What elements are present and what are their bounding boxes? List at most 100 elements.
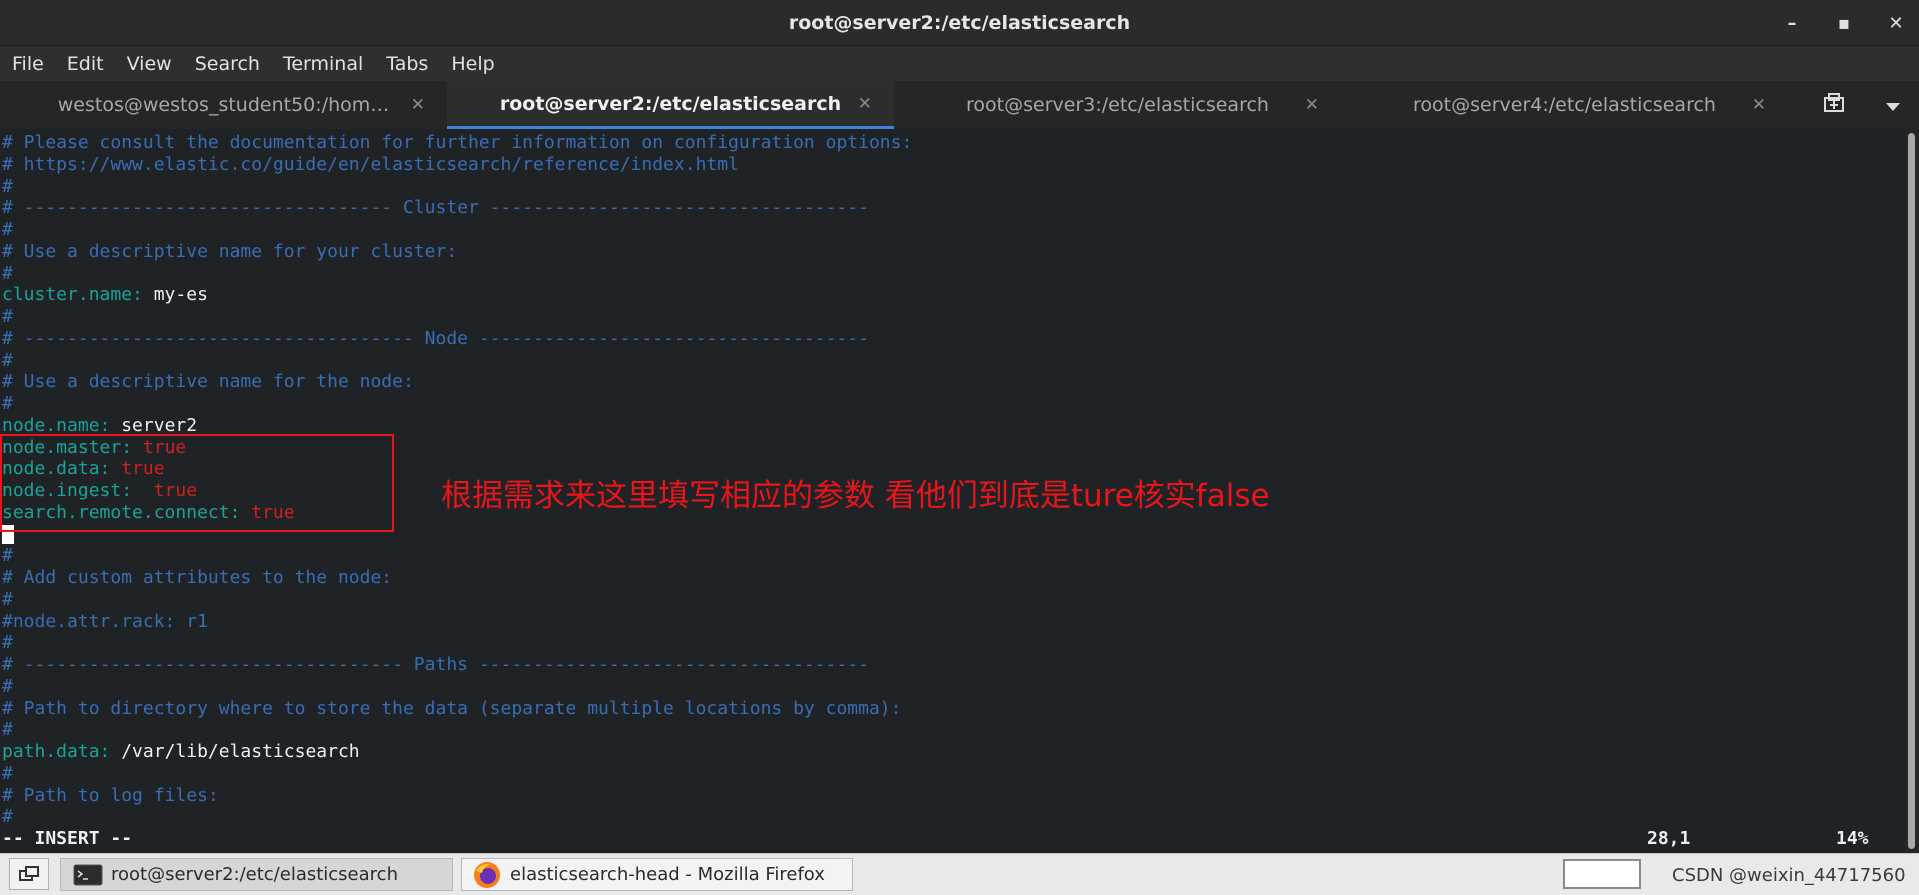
terminal-line: # (2, 219, 13, 240)
comment-text: # (2, 175, 13, 197)
tab-close-icon[interactable]: ✕ (411, 95, 425, 115)
terminal-line: # (2, 263, 13, 284)
menu-view[interactable]: View (127, 53, 172, 75)
comment-text: # (2, 262, 13, 284)
terminal-line: # (2, 545, 13, 566)
show-desktop-button[interactable] (9, 858, 49, 890)
task-label: elasticsearch-head - Mozilla Firefox (510, 864, 825, 885)
terminal-line: # (2, 393, 13, 414)
comment-text: # Path to directory where to store the d… (2, 697, 902, 719)
menu-edit[interactable]: Edit (67, 53, 104, 75)
tab-label: westos@westos_student50:/hom… (57, 94, 390, 116)
tab-close-icon[interactable]: ✕ (1752, 95, 1766, 115)
menu-bar: File Edit View Search Terminal Tabs Help (0, 46, 1919, 81)
comment-text: # https://www.elastic.co/guide/en/elasti… (2, 153, 739, 175)
config-key: cluster.name: (2, 284, 154, 306)
config-value: server2 (121, 414, 198, 436)
comment-text: # Please consult the documentation for f… (2, 132, 913, 153)
menu-terminal[interactable]: Terminal (283, 53, 363, 75)
vim-mode: -- INSERT -- (2, 828, 133, 849)
menu-file[interactable]: File (12, 53, 44, 75)
config-value: my-es (153, 284, 208, 306)
tab-close-icon[interactable]: ✕ (1305, 95, 1319, 115)
comment-text: # (2, 719, 13, 741)
tab-label: root@server4:/etc/elasticsearch (1413, 94, 1716, 116)
terminal-line: # Path to log files: (2, 785, 219, 806)
tab-label: root@server3:/etc/elasticsearch (966, 94, 1269, 116)
terminal-line: # https://www.elastic.co/guide/en/elasti… (2, 154, 739, 175)
terminal-line: # ---------------------------------- Clu… (2, 197, 869, 218)
close-icon[interactable]: ✕ (1887, 13, 1905, 34)
terminal-line: #node.attr.rack: r1 (2, 611, 208, 632)
vim-status-line: -- INSERT -- 28,1 14% (2, 828, 1882, 849)
terminal-line: # (2, 350, 13, 371)
config-key: node.name: (2, 414, 122, 436)
tab-server2[interactable]: root@server2:/etc/elasticsearch ✕ (447, 81, 894, 129)
highlight-box (0, 434, 394, 532)
task-terminal[interactable]: root@server2:/etc/elasticsearch (60, 858, 453, 891)
comment-text: # (2, 588, 13, 610)
terminal-line: node.name: server2 (2, 415, 197, 436)
comment-text: # (2, 349, 13, 371)
terminal-line: # Path to directory where to store the d… (2, 698, 901, 719)
comment-text: # Path to log files: (2, 784, 219, 806)
new-tab-icon[interactable] (1823, 92, 1847, 119)
annotation-text: 根据需求来这里填写相应的参数 看他们到底是ture核实false (441, 478, 1270, 514)
comment-text: # (2, 762, 13, 784)
menu-search[interactable]: Search (195, 53, 260, 75)
terminal-icon (73, 864, 103, 886)
task-label: root@server2:/etc/elasticsearch (111, 864, 398, 885)
watermark: CSDN @weixin_44717560 (1672, 865, 1906, 886)
terminal-line: # (2, 676, 13, 697)
terminal-line: # (2, 589, 13, 610)
scrollbar-thumb[interactable] (1908, 133, 1915, 849)
terminal-line: # Use a descriptive name for your cluste… (2, 241, 457, 262)
tab-tools (1788, 81, 1919, 129)
terminal-line: # Add custom attributes to the node: (2, 567, 392, 588)
firefox-icon (472, 860, 502, 890)
comment-text: # Add custom attributes to the node: (2, 567, 393, 588)
tab-westos-student[interactable]: westos@westos_student50:/hom… ✕ (0, 81, 447, 129)
window-titlebar: root@server2:/etc/elasticsearch – ▪ ✕ (0, 0, 1919, 46)
config-value: /var/lib/elasticsearch (121, 741, 360, 762)
comment-text: # (2, 393, 13, 414)
tab-server3[interactable]: root@server3:/etc/elasticsearch ✕ (894, 81, 1341, 129)
config-key: path.data: (2, 741, 122, 762)
terminal-line: # (2, 806, 13, 827)
cursor-position: 28,1 (1647, 828, 1691, 849)
tab-bar: westos@westos_student50:/hom… ✕ root@ser… (0, 81, 1919, 129)
terminal-line: # (2, 176, 13, 197)
comment-text: # Use a descriptive name for the node: (2, 371, 414, 393)
tab-close-icon[interactable]: ✕ (858, 94, 872, 114)
chevron-down-icon[interactable] (1885, 93, 1901, 117)
comment-text: # (2, 675, 13, 697)
comment-text: # (2, 306, 13, 327)
workspace-pager[interactable] (1563, 859, 1641, 889)
comment-text: # (2, 632, 13, 654)
window-title: root@server2:/etc/elasticsearch (788, 11, 1131, 34)
terminal-line: # (2, 719, 13, 740)
comment-text: # (2, 219, 13, 240)
terminal-scrollbar[interactable] (1905, 129, 1919, 853)
comment-text: # (2, 545, 13, 567)
terminal-line: # ------------------------------------ N… (2, 328, 869, 349)
comment-text: #node.attr.rack: r1 (2, 610, 208, 632)
terminal-line: # Please consult the documentation for f… (2, 132, 912, 153)
terminal-line: path.data: /var/lib/elasticsearch (2, 741, 360, 762)
minimize-icon[interactable]: – (1783, 13, 1801, 34)
task-firefox[interactable]: elasticsearch-head - Mozilla Firefox (461, 858, 853, 891)
window-controls: – ▪ ✕ (1783, 0, 1905, 46)
terminal-line: cluster.name: my-es (2, 284, 208, 305)
menu-help[interactable]: Help (451, 53, 494, 75)
terminal-line: # (2, 632, 13, 653)
terminal-line: # (2, 306, 13, 327)
maximize-icon[interactable]: ▪ (1835, 13, 1853, 34)
comment-text: # ---------------------------------- Clu… (2, 197, 869, 219)
comment-text: # (2, 806, 13, 828)
menu-tabs[interactable]: Tabs (386, 53, 428, 75)
comment-text: # ------------------------------------ N… (2, 327, 869, 349)
tab-server4[interactable]: root@server4:/etc/elasticsearch ✕ (1341, 81, 1788, 129)
tab-label: root@server2:/etc/elasticsearch (499, 92, 842, 115)
terminal-line: # (2, 763, 13, 784)
comment-text: # ----------------------------------- Pa… (2, 654, 869, 675)
